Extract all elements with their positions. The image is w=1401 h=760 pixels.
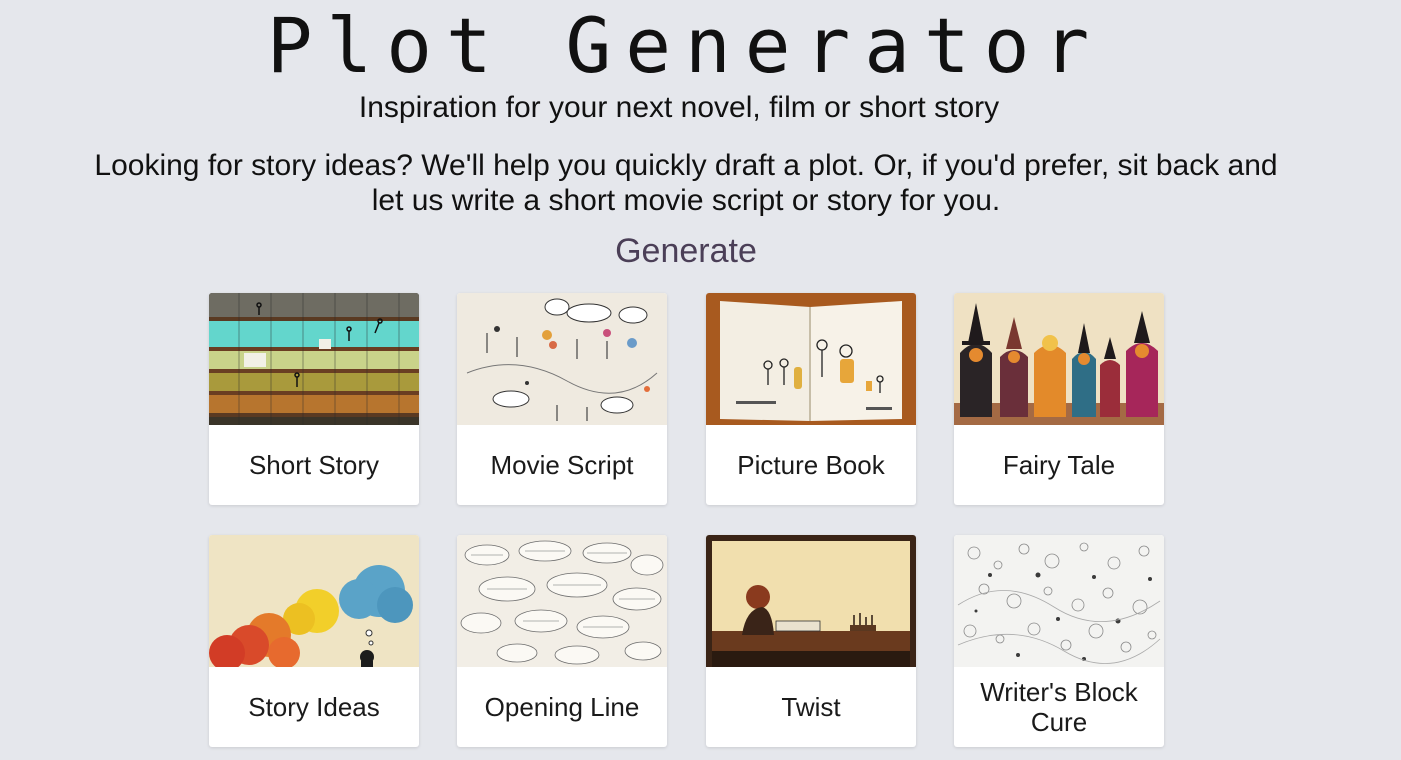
short-story-thumbnail [209, 293, 419, 425]
fairy-tale-thumbnail [954, 293, 1164, 425]
generate-heading: Generate [615, 232, 757, 270]
card-label: Writer's Block Cure [980, 677, 1138, 737]
card-label: Movie Script [490, 450, 634, 480]
opening-line-thumbnail [457, 535, 667, 667]
card-story-ideas[interactable]: Story Ideas [209, 535, 419, 747]
card-label: Opening Line [484, 692, 640, 722]
card-movie-script[interactable]: Movie Script [457, 293, 667, 505]
card-label: Twist [781, 692, 841, 722]
page: Plot Generator Inspiration for your next… [0, 0, 1401, 760]
intro-text: Looking for story ideas? We'll help you … [94, 149, 1278, 217]
card-label: Fairy Tale [1002, 450, 1116, 480]
card-picture-book[interactable]: Picture Book [706, 293, 916, 505]
card-twist[interactable]: Twist [706, 535, 916, 747]
card-label: Picture Book [737, 450, 885, 480]
card-label: Story Ideas [248, 692, 380, 722]
page-subtitle: Inspiration for your next novel, film or… [358, 91, 1000, 124]
picture-book-thumbnail [706, 293, 916, 425]
card-short-story[interactable]: Short Story [209, 293, 419, 505]
card-fairy-tale[interactable]: Fairy Tale [954, 293, 1164, 505]
story-ideas-thumbnail [209, 535, 419, 667]
card-label: Short Story [248, 450, 380, 480]
twist-thumbnail [706, 535, 916, 667]
page-title: Plot Generator [266, 1, 1104, 90]
card-writers-block-cure[interactable]: Writer's Block Cure [954, 535, 1164, 747]
card-opening-line[interactable]: Opening Line [457, 535, 667, 747]
writers-block-cure-thumbnail [954, 535, 1164, 667]
movie-script-thumbnail [457, 293, 667, 425]
